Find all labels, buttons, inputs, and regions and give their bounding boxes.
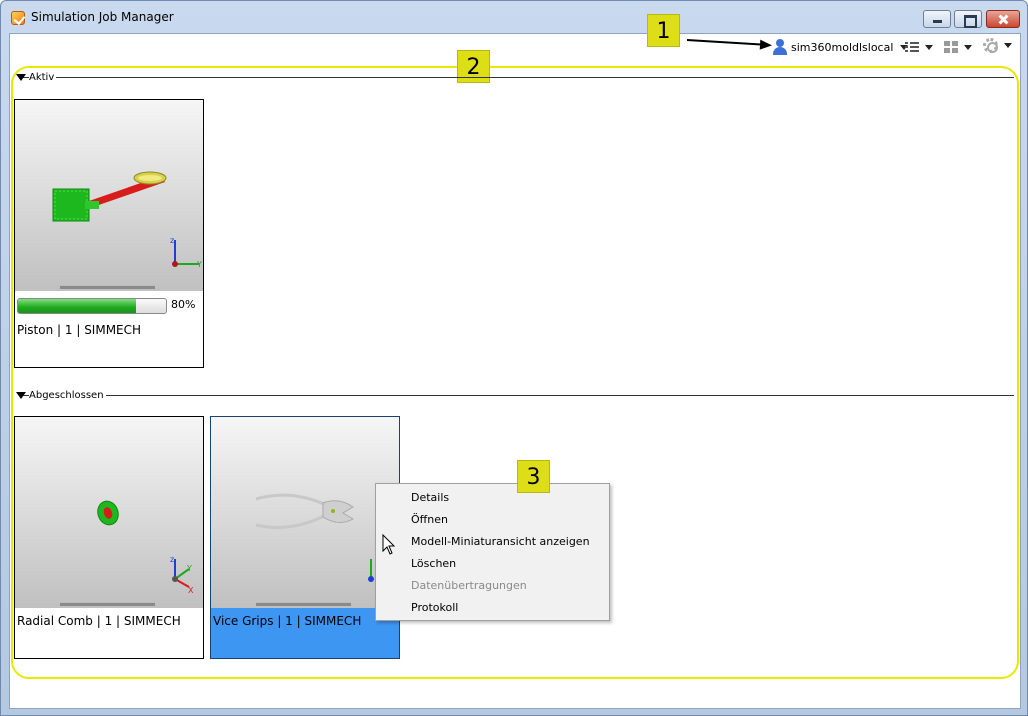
job-thumbnail (211, 417, 399, 608)
callout-3: 3 (517, 460, 550, 493)
group-header-completed[interactable]: Abgeschlossen (16, 389, 106, 401)
mouse-cursor-icon (382, 534, 396, 555)
menu-item-open[interactable]: Öffnen (411, 513, 448, 526)
svg-text:z: z (170, 555, 174, 564)
maximize-button[interactable] (954, 10, 982, 28)
thumbnail-scrollbar (60, 602, 155, 606)
piston-model-icon: z Y (52, 171, 202, 269)
axis-triad: z Y (170, 236, 202, 269)
thumbnail-scrollbar (256, 602, 351, 606)
svg-text:Y: Y (196, 260, 202, 269)
job-label: Piston | 1 | SIMMECH (17, 323, 142, 337)
chevron-down-icon (964, 44, 972, 50)
vice-grips-model-icon (255, 493, 374, 582)
gear-icon (983, 37, 998, 53)
group-label: Aktiv (29, 71, 57, 83)
group-header-active[interactable]: Aktiv (16, 71, 57, 83)
window-title: Simulation Job Manager (31, 10, 174, 24)
menu-item-log[interactable]: Protokoll (411, 601, 458, 614)
collapse-triangle-icon (16, 73, 26, 81)
title-bar[interactable]: Simulation Job Manager (1, 1, 1027, 33)
job-card-piston[interactable]: z Y 80% Piston | 1 | SIMMECH (14, 99, 204, 368)
job-context-menu: Details Öffnen Modell-Miniaturansicht an… (375, 483, 610, 621)
settings-button[interactable] (983, 37, 1012, 53)
menu-item-show-thumbnail[interactable]: Modell-Miniaturansicht anzeigen (411, 535, 590, 548)
job-progress-bar (17, 298, 167, 314)
thumbnail-scrollbar (60, 285, 155, 289)
job-thumbnail: z Y (15, 100, 203, 291)
svg-text:X: X (188, 586, 194, 595)
callout-1: 1 (647, 14, 680, 47)
minimize-button[interactable] (923, 10, 951, 28)
job-thumbnail: z Y X (15, 417, 203, 608)
job-label: Vice Grips | 1 | SIMMECH (213, 614, 362, 628)
job-card-vice-grips[interactable]: Vice Grips | 1 | SIMMECH (210, 416, 400, 659)
radial-comb-model-icon: z Y X (97, 500, 194, 595)
user-name-label: sim360moldlslocal (791, 40, 894, 54)
list-view-button[interactable] (905, 40, 933, 54)
menu-item-details[interactable]: Details (411, 491, 449, 504)
collapse-triangle-icon (16, 391, 26, 399)
user-menu-button[interactable]: sim360moldlslocal (773, 38, 909, 56)
app-logo-icon (11, 11, 25, 25)
svg-text:z: z (170, 236, 174, 245)
close-button[interactable] (986, 10, 1020, 28)
tile-view-button[interactable] (944, 40, 972, 54)
chevron-down-icon (925, 44, 933, 50)
tile-view-icon (944, 41, 958, 53)
menu-item-delete[interactable]: Löschen (411, 557, 456, 570)
job-progress-text: 80% (171, 298, 196, 311)
callout-arrowhead (759, 39, 773, 51)
menu-item-data-transfers: Datenübertragungen (411, 579, 527, 592)
group-label: Abgeschlossen (29, 389, 106, 401)
group-divider (20, 395, 1014, 396)
user-icon (773, 39, 787, 55)
list-view-icon (905, 41, 919, 53)
job-label: Radial Comb | 1 | SIMMECH (17, 614, 181, 628)
job-progress-fill (18, 299, 137, 313)
axis-triad: z Y X (170, 555, 194, 595)
axis-triad (368, 559, 374, 582)
chevron-down-icon (1004, 42, 1012, 48)
job-card-radial-comb[interactable]: z Y X Radial Comb | 1 | SIMMECH (14, 416, 204, 659)
group-divider (20, 77, 1014, 78)
svg-text:Y: Y (186, 564, 192, 573)
callout-2: 2 (457, 50, 490, 83)
